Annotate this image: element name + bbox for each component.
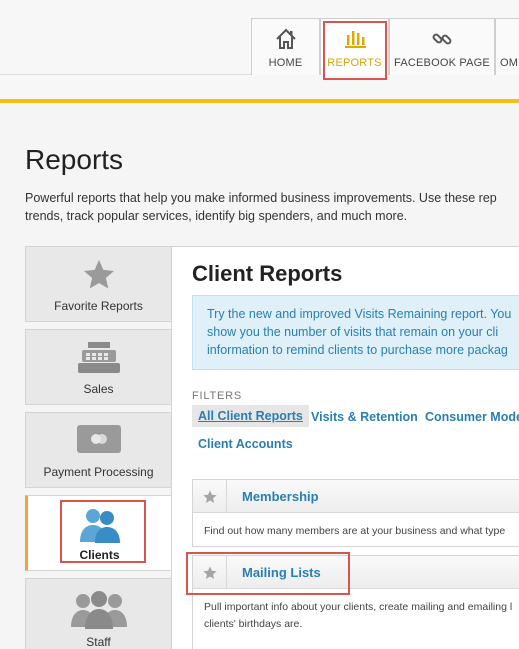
sidebar-item-label: Sales <box>83 382 114 396</box>
report-description-line-2: clients' birthdays are. <box>204 618 303 630</box>
sidebar-item-label: Clients <box>79 548 120 562</box>
page-title: Reports <box>25 144 124 175</box>
sidebar-item-label: Staff <box>86 635 111 649</box>
sidebar-item-favorite-reports[interactable]: Favorite Reports <box>25 246 171 322</box>
tab-more[interactable]: OM <box>495 18 519 75</box>
page-description: Powerful reports that help you make info… <box>25 189 519 225</box>
report-link-mailing-lists[interactable]: Mailing Lists <box>242 565 321 580</box>
sidebar-item-clients[interactable]: Clients <box>25 495 171 571</box>
tab-facebook-label: FACEBOOK PAGE <box>394 57 490 69</box>
accent-rule <box>0 99 519 103</box>
favorite-star-icon[interactable] <box>193 480 227 513</box>
sidebar-item-sales[interactable]: Sales <box>25 329 171 405</box>
page-description-line-2: trends, track popular services, identify… <box>25 209 408 223</box>
link-icon <box>390 27 494 51</box>
clients-icon <box>28 506 171 544</box>
report-link-membership[interactable]: Membership <box>242 489 319 504</box>
report-description: Pull important info about your clients, … <box>204 599 519 633</box>
report-description-line-1: Pull important info about your clients, … <box>204 601 513 613</box>
favorite-star-icon[interactable] <box>193 556 227 589</box>
tab-home-label: HOME <box>268 57 303 69</box>
filter-consumer-mode[interactable]: Consumer Mode <box>425 410 519 424</box>
notice-line-1: Try the new and improved Visits Remainin… <box>207 307 512 321</box>
tab-more-label: OM <box>500 57 519 69</box>
sidebar-item-label: Favorite Reports <box>54 299 143 313</box>
report-card-header: Mailing Lists <box>193 556 519 589</box>
sidebar-item-label: Payment Processing <box>43 465 154 479</box>
filters-label: FILTERS <box>192 390 243 402</box>
tab-home[interactable]: HOME <box>251 18 320 75</box>
info-notice-text: Try the new and improved Visits Remainin… <box>207 305 519 359</box>
cash-register-icon <box>26 340 171 376</box>
report-description: Find out how many members are at your bu… <box>204 525 506 537</box>
tab-reports[interactable]: REPORTS <box>320 18 389 75</box>
staff-icon <box>26 589 171 629</box>
report-card-membership: Membership Find out how many members are… <box>192 479 519 547</box>
sidebar-item-staff[interactable]: Staff <box>25 578 171 649</box>
tab-facebook-page[interactable]: FACEBOOK PAGE <box>389 18 495 75</box>
page-description-line-1: Powerful reports that help you make info… <box>25 191 497 205</box>
report-card-mailing-lists: Mailing Lists Pull important info about … <box>192 555 519 649</box>
notice-line-2: show you the number of visits that remai… <box>207 325 499 339</box>
section-title: Client Reports <box>192 261 343 286</box>
filter-all-client-reports[interactable]: All Client Reports <box>192 405 309 427</box>
bar-chart-icon <box>321 27 388 51</box>
star-icon <box>26 257 171 293</box>
home-icon <box>252 27 319 51</box>
filter-visits-retention[interactable]: Visits & Retention <box>311 410 418 424</box>
filter-client-accounts[interactable]: Client Accounts <box>198 437 293 451</box>
report-card-header: Membership <box>193 480 519 513</box>
notice-line-3: information to remind clients to purchas… <box>207 343 508 357</box>
tab-reports-label: REPORTS <box>327 57 382 69</box>
sidebar-item-payment-processing[interactable]: Payment Processing <box>25 412 171 488</box>
credit-card-icon <box>26 423 171 455</box>
